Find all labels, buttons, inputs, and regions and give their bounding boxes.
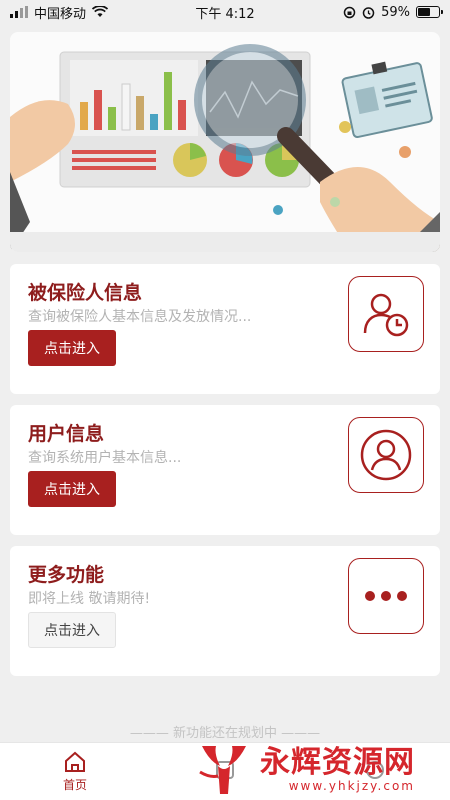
user-circle-icon[interactable] [348,417,424,493]
battery-icon [416,6,443,18]
card-user-info[interactable]: 用户信息 查询系统用户基本信息... 点击进入 [10,405,440,535]
analytics-illustration [10,44,440,252]
watermark-logo-icon [199,746,246,794]
tab-home[interactable]: 首页 [30,751,120,793]
more-dots-icon[interactable] [348,558,424,634]
status-left: 中国移动 [10,3,109,22]
carrier-name: 中国移动 [34,6,87,22]
battery-fill [418,8,430,16]
enter-button[interactable]: 点击进入 [28,612,116,648]
banner-bottom-strip [10,232,440,252]
rotation-lock-icon [343,6,356,18]
signal-icon [10,6,28,18]
card-description: 查询系统用户基本信息... [28,450,182,466]
enter-button[interactable]: 点击进入 [28,471,116,507]
watermark-text: 永辉资源网 www.yhkjzy.com [260,745,415,794]
watermark-title: 永辉资源网 [260,745,415,780]
banner-illustration [10,32,440,252]
card-insured-info[interactable]: 被保险人信息 查询被保险人基本信息及发放情况... 点击进入 [10,264,440,394]
status-bar: 中国移动 下午 4:12 59% [0,0,450,24]
card-title: 更多功能 [28,564,105,586]
watermark-url: www.yhkjzy.com [288,779,415,793]
enter-button[interactable]: 点击进入 [28,330,116,366]
card-description: 即将上线 敬请期待! [28,591,151,607]
battery-percent: 59% [381,4,410,20]
alarm-icon [362,6,375,19]
card-more-features[interactable]: 更多功能 即将上线 敬请期待! 点击进入 [10,546,440,676]
watermark: 永辉资源网 www.yhkjzy.com [196,742,446,798]
card-title: 被保险人信息 [28,282,143,304]
wifi-icon [92,6,109,17]
card-title: 用户信息 [28,423,105,445]
card-description: 查询被保险人基本信息及发放情况... [28,309,252,325]
status-right: 59% [343,4,443,20]
user-clock-icon[interactable] [348,276,424,352]
tab-label: 首页 [62,777,87,792]
footer-note: ——— 新功能还在规划中 ——— [129,726,321,741]
home-icon [65,751,85,772]
